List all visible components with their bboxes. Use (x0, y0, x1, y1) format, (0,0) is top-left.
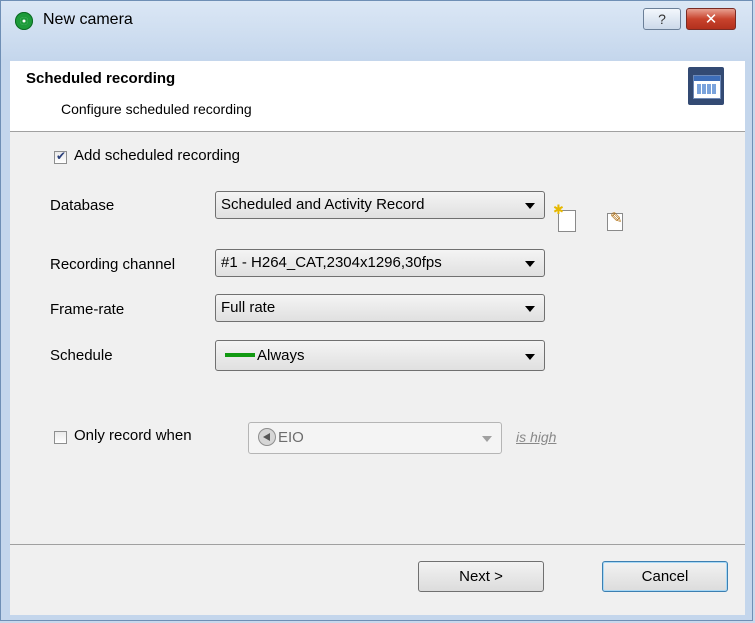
chevron-down-icon (525, 203, 535, 209)
cancel-button[interactable]: Cancel (602, 561, 728, 592)
app-eye-icon (15, 12, 33, 30)
frame-rate-value: Full rate (221, 299, 276, 316)
dialog-footer: Next > Cancel (10, 544, 745, 615)
io-value: EIO (278, 429, 304, 446)
add-scheduled-label[interactable]: Add scheduled recording (74, 147, 240, 164)
only-record-checkbox[interactable] (54, 431, 67, 444)
io-select[interactable]: EIO (248, 422, 502, 454)
chevron-down-icon (525, 306, 535, 312)
database-label: Database (50, 197, 115, 214)
recording-channel-value: #1 - H264_CAT,2304x1296,30fps (221, 254, 442, 271)
dialog-window: New camera ? ✕ Scheduled recording Confi… (0, 0, 753, 621)
chevron-down-icon (482, 436, 492, 442)
title-bar: New camera ? ✕ (1, 1, 752, 57)
window-title: New camera (43, 11, 133, 28)
wizard-header: Scheduled recording Configure scheduled … (10, 61, 745, 132)
schedule-label: Schedule (50, 347, 113, 364)
page-subtitle: Configure scheduled recording (61, 101, 252, 117)
calendar-film-icon (688, 67, 724, 105)
recording-channel-label: Recording channel (50, 256, 176, 273)
database-value: Scheduled and Activity Record (221, 196, 425, 213)
recording-channel-select[interactable]: #1 - H264_CAT,2304x1296,30fps (215, 249, 545, 277)
add-scheduled-checkbox[interactable] (54, 149, 67, 164)
schedule-color-swatch (225, 353, 255, 358)
database-select[interactable]: Scheduled and Activity Record (215, 191, 545, 219)
frame-rate-select[interactable]: Full rate (215, 294, 545, 322)
page-title: Scheduled recording (26, 70, 176, 87)
io-arrow-icon (258, 427, 276, 446)
chevron-down-icon (525, 261, 535, 267)
chevron-down-icon (525, 354, 535, 360)
close-button[interactable]: ✕ (686, 8, 736, 30)
form-area: Add scheduled recording Database Schedul… (10, 132, 745, 544)
only-record-label[interactable]: Only record when (74, 427, 192, 444)
frame-rate-label: Frame-rate (50, 301, 125, 318)
schedule-value: Always (257, 347, 305, 364)
is-high-link[interactable]: is high (516, 429, 556, 445)
edit-schedule-icon[interactable] (607, 209, 623, 231)
help-button[interactable]: ? (643, 8, 681, 30)
schedule-select[interactable]: Always (215, 340, 545, 371)
next-button[interactable]: Next > (418, 561, 544, 592)
new-schedule-icon[interactable] (553, 202, 576, 232)
